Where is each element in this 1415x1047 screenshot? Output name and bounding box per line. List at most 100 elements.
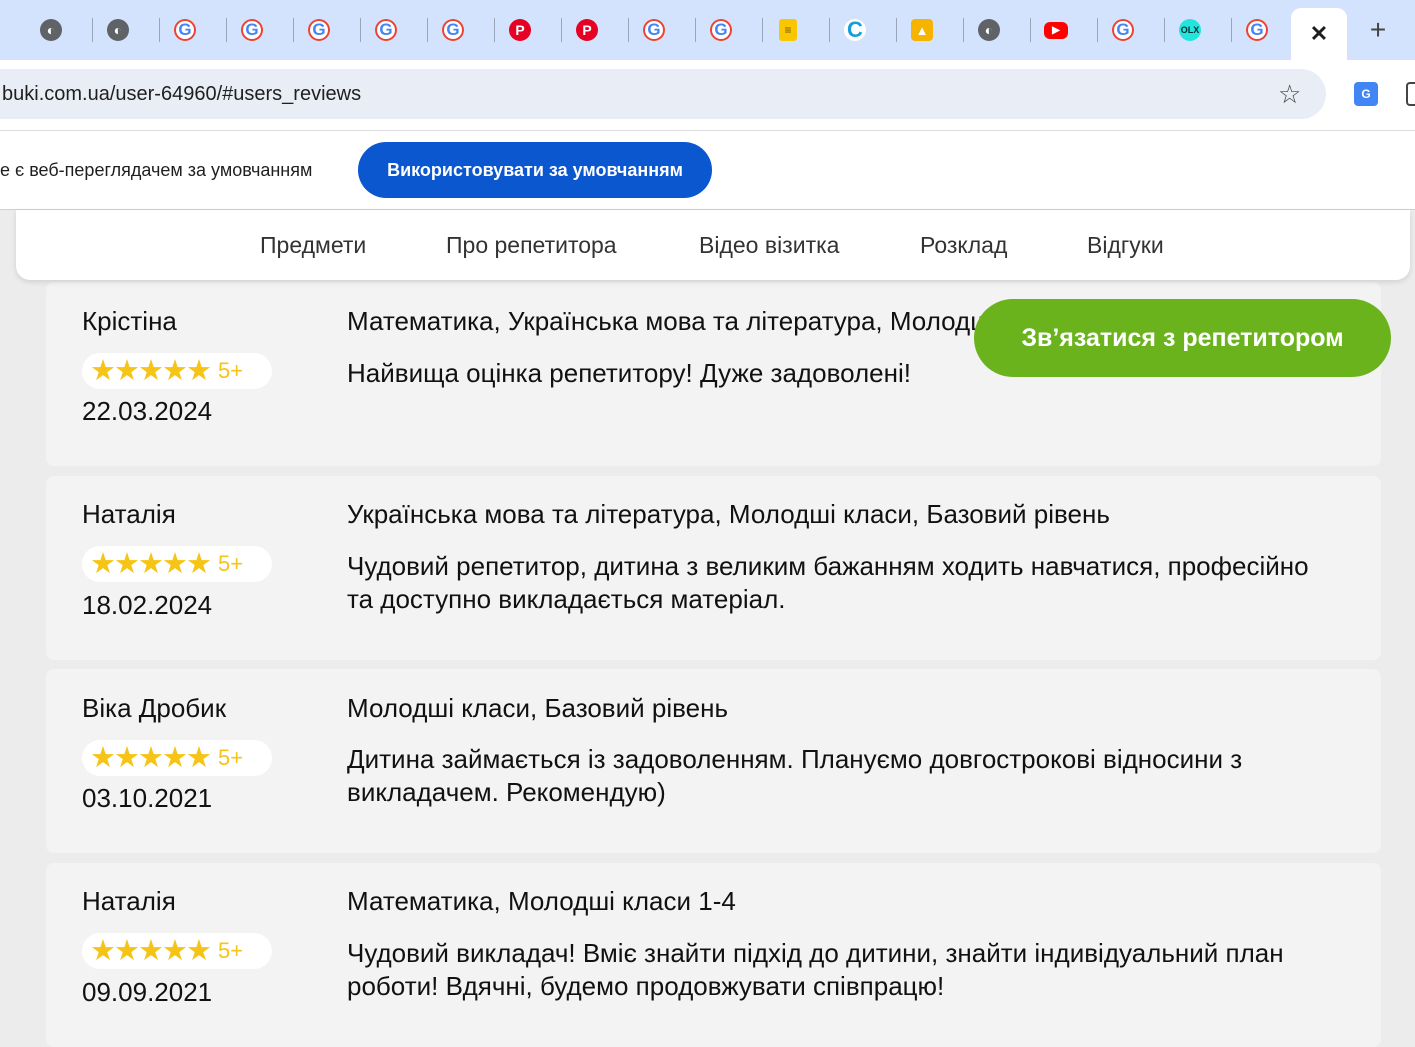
default-browser-infobar: е є веб-переглядачем за умовчанням Викор… [0, 131, 1415, 210]
tab-separator [159, 18, 160, 42]
review-card: Віка Дробик ★★★★★ 5+ 03.10.2021 Молодші … [46, 669, 1381, 853]
google-icon: G [1246, 19, 1268, 41]
tab-separator [695, 18, 696, 42]
tab-separator [427, 18, 428, 42]
review-date: 22.03.2024 [82, 396, 213, 426]
nav-item-about[interactable]: Про репетитора [446, 232, 617, 259]
google-icon: G [375, 19, 397, 41]
rating-badge: ★★★★★ 5+ [82, 546, 272, 582]
youtube-icon: ▶ [1044, 21, 1068, 39]
tab-strip: ◐ ◐ G G G G G P P G G ≡ C ▲ ◐ ▶ G OLX G ✕ + [0, 0, 1415, 60]
nav-item-schedule[interactable]: Розклад [920, 232, 1007, 259]
google-icon: G [643, 19, 665, 41]
review-text: Чудовий репетитор, дитина з великим бажа… [347, 551, 1309, 614]
browser-tab[interactable]: P [570, 12, 604, 48]
review-date: 03.10.2021 [82, 783, 213, 813]
extensions-icon[interactable] [1406, 82, 1415, 106]
rating-badge: ★★★★★ 5+ [82, 933, 272, 969]
browser-tab[interactable]: G [704, 12, 738, 48]
tab-separator [762, 18, 763, 42]
tab-separator [628, 18, 629, 42]
infobar-message: е є веб-переглядачем за умовчанням [0, 160, 313, 180]
browser-tab[interactable]: OLX [1173, 12, 1207, 48]
c-letter-icon: C [844, 17, 866, 42]
set-default-button[interactable]: Використовувати за умовчанням [358, 142, 712, 198]
review-subjects: Математика, Молодші класи 1-4 [347, 886, 736, 916]
tab-separator [293, 18, 294, 42]
reviewer-name: Крістіна [82, 306, 177, 336]
review-card: Наталія ★★★★★ 5+ 18.02.2024 Українська м… [46, 476, 1381, 660]
rating-stars: ★★★★★ [90, 354, 212, 387]
nav-item-subjects[interactable]: Предмети [260, 232, 366, 259]
reviewer-name: Наталія [82, 886, 176, 916]
close-icon[interactable]: ✕ [1310, 21, 1328, 47]
google-icon: G [174, 19, 196, 41]
browser-tab[interactable]: G [302, 12, 336, 48]
browser-tab[interactable]: G [1106, 12, 1140, 48]
browser-tab[interactable]: G [637, 12, 671, 48]
browser-tab[interactable]: ▶ [1039, 12, 1073, 48]
google-icon: G [308, 19, 330, 41]
rating-score: 5+ [218, 551, 244, 576]
tab-separator [1097, 18, 1098, 42]
document-icon: ≡ [779, 19, 797, 41]
reviewer-name: Наталія [82, 499, 176, 529]
nav-item-video[interactable]: Відео візитка [699, 232, 839, 259]
tab-separator [829, 18, 830, 42]
globe-icon: ◐ [978, 19, 1000, 41]
tab-separator [92, 18, 93, 42]
profile-nav: Предмети Про репетитора Відео візитка Ро… [16, 210, 1410, 280]
review-card: Наталія ★★★★★ 5+ 09.09.2021 Математика, … [46, 863, 1381, 1047]
browser-tab[interactable]: G [168, 12, 202, 48]
bell-icon: ▲ [911, 19, 933, 41]
browser-tab[interactable]: ◐ [34, 12, 68, 48]
rating-badge: ★★★★★ 5+ [82, 353, 272, 389]
tab-separator [561, 18, 562, 42]
address-bar[interactable]: buki.com.ua/user-64960/#users_reviews ☆ [0, 69, 1326, 119]
nav-item-reviews[interactable]: Відгуки [1087, 232, 1164, 259]
tab-separator [226, 18, 227, 42]
contact-tutor-button[interactable]: Зв’язатися з репетитором [974, 299, 1391, 377]
tab-separator [494, 18, 495, 42]
tab-separator [1164, 18, 1165, 42]
translate-icon[interactable]: G [1354, 82, 1378, 106]
bookmark-star-icon[interactable]: ☆ [1278, 79, 1301, 110]
browser-tab[interactable]: ▲ [905, 12, 939, 48]
active-tab[interactable]: ✕ [1291, 8, 1347, 60]
browser-tab[interactable]: G [369, 12, 403, 48]
browser-tab[interactable]: C [838, 12, 872, 48]
browser-tab[interactable]: ≡ [771, 12, 805, 48]
reviewer-name: Віка Дробик [82, 693, 227, 723]
google-icon: G [1112, 19, 1134, 41]
review-date: 18.02.2024 [82, 590, 213, 620]
pinterest-icon: P [576, 19, 598, 41]
review-date: 09.09.2021 [82, 977, 213, 1007]
tab-separator [1030, 18, 1031, 42]
browser-tab[interactable]: G [1240, 12, 1274, 48]
review-subjects: Молодші класи, Базовий рівень [347, 693, 729, 723]
globe-icon: ◐ [40, 19, 62, 41]
review-text: Дитина займається із задоволенням. Плану… [347, 744, 1243, 807]
browser-tab[interactable]: ◐ [972, 12, 1006, 48]
tab-separator [1231, 18, 1232, 42]
pinterest-icon: P [509, 19, 531, 41]
google-icon: G [241, 19, 263, 41]
browser-tab[interactable]: G [436, 12, 470, 48]
browser-tab[interactable]: G [235, 12, 269, 48]
rating-score: 5+ [218, 938, 244, 963]
review-subjects: Математика, Українська мова та літератур… [347, 306, 1073, 336]
google-icon: G [442, 19, 464, 41]
tab-separator [963, 18, 964, 42]
google-icon: G [710, 19, 732, 41]
rating-score: 5+ [218, 745, 244, 770]
review-subjects: Українська мова та література, Молодші к… [347, 499, 1110, 529]
globe-icon: ◐ [107, 19, 129, 41]
review-text: Чудовий викладач! Вміє знайти підхід до … [347, 938, 1284, 1001]
browser-toolbar: buki.com.ua/user-64960/#users_reviews ☆ … [0, 60, 1415, 131]
rating-stars: ★★★★★ [90, 934, 212, 967]
new-tab-button[interactable]: + [1362, 12, 1394, 48]
browser-tab[interactable]: ◐ [101, 12, 135, 48]
browser-tab[interactable]: P [503, 12, 537, 48]
url-text[interactable]: buki.com.ua/user-64960/#users_reviews [2, 83, 361, 106]
tab-separator [896, 18, 897, 42]
